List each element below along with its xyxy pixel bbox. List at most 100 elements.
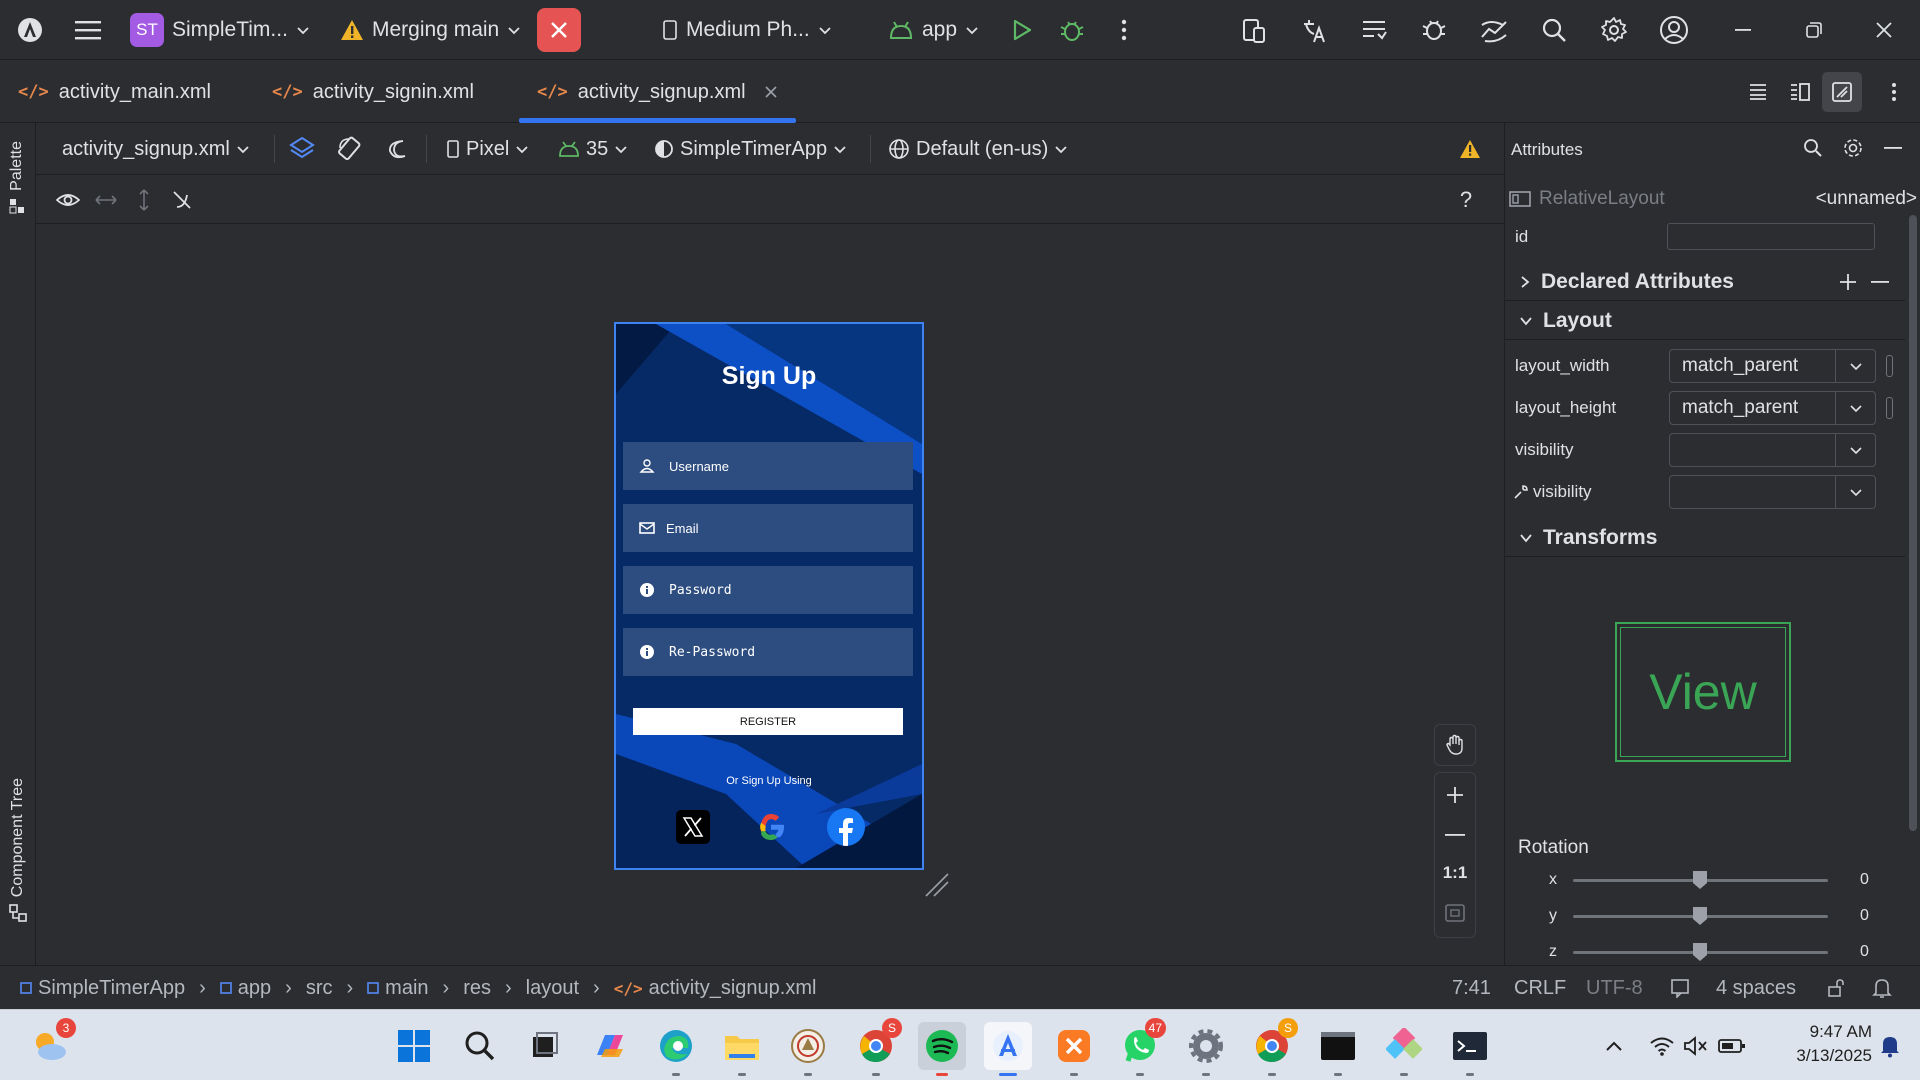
university-app-icon[interactable] xyxy=(784,1022,832,1076)
breadcrumb-item[interactable]: src xyxy=(306,977,333,1000)
tab-activity-main[interactable]: </> activity_main.xml xyxy=(18,61,211,123)
run-config-selector[interactable]: app xyxy=(888,0,979,60)
run-icon[interactable] xyxy=(1002,10,1042,50)
component-tree-tool-button[interactable]: Component Tree xyxy=(8,778,28,923)
zoom-one-to-one-button[interactable]: 1:1 xyxy=(1434,852,1476,894)
breadcrumb-item[interactable]: res xyxy=(463,977,491,1000)
google-icon[interactable] xyxy=(754,810,788,844)
api-level-selector[interactable]: 35 xyxy=(558,123,628,175)
settings-gear-icon[interactable] xyxy=(1833,128,1873,168)
locale-selector[interactable]: Default (en-us) xyxy=(888,123,1068,175)
help-icon[interactable]: ? xyxy=(1446,180,1486,220)
profiler-icon[interactable] xyxy=(1474,10,1514,50)
tools-visibility-combo[interactable] xyxy=(1669,475,1876,509)
terminal-icon[interactable] xyxy=(1314,1022,1362,1076)
zoom-in-icon[interactable] xyxy=(1434,774,1476,816)
line-separator[interactable]: CRLF xyxy=(1514,966,1566,1010)
breadcrumb-item[interactable]: app xyxy=(238,977,271,1000)
slider-thumb-icon[interactable] xyxy=(1691,941,1709,963)
chrome-browser-icon[interactable]: S xyxy=(1248,1018,1298,1076)
warning-icon[interactable] xyxy=(1450,129,1490,169)
layout-file-selector[interactable]: activity_signup.xml xyxy=(62,123,250,175)
xampp-icon[interactable] xyxy=(1050,1022,1098,1076)
main-menu-icon[interactable] xyxy=(68,10,108,50)
orientation-icon[interactable] xyxy=(330,129,370,169)
design-view-icon[interactable] xyxy=(1822,72,1862,112)
id-input[interactable] xyxy=(1667,223,1875,250)
slider-thumb-icon[interactable] xyxy=(1691,869,1709,891)
palette-tool-button[interactable]: Palette xyxy=(8,141,26,215)
hide-panel-icon[interactable] xyxy=(1873,128,1913,168)
facebook-icon[interactable] xyxy=(827,808,865,846)
whatsapp-icon[interactable]: 47 xyxy=(1116,1018,1166,1076)
app-inspection-icon[interactable] xyxy=(1414,10,1454,50)
notifications-bell-icon[interactable] xyxy=(1866,1022,1914,1070)
transforms-section[interactable]: Transforms xyxy=(1505,519,1905,557)
tab-activity-signin[interactable]: </> activity_signin.xml xyxy=(272,61,474,123)
attributes-scrollbar[interactable] xyxy=(1909,215,1917,831)
register-button[interactable]: REGISTER xyxy=(633,708,903,735)
zoom-to-fit-icon[interactable] xyxy=(1434,892,1476,934)
design-surface-icon[interactable] xyxy=(282,129,322,169)
resize-handle-icon[interactable] xyxy=(922,870,950,898)
file-encoding[interactable]: UTF-8 xyxy=(1586,966,1643,1010)
settings-gear-icon[interactable] xyxy=(1594,10,1634,50)
view-options-eye-icon[interactable] xyxy=(48,180,88,220)
layout-width-combo[interactable]: match_parent xyxy=(1669,349,1876,383)
android-studio-icon[interactable] xyxy=(984,1022,1032,1076)
search-icon[interactable] xyxy=(1534,10,1574,50)
vcs-branch-selector[interactable]: Merging main xyxy=(340,0,521,60)
more-vertical-icon[interactable] xyxy=(1104,10,1144,50)
spotify-icon[interactable] xyxy=(918,1022,966,1076)
breadcrumb-item[interactable]: activity_signup.xml xyxy=(649,977,817,1000)
clock[interactable]: 9:47 AM 3/13/2025 xyxy=(1762,1020,1872,1068)
code-view-icon[interactable] xyxy=(1738,72,1778,112)
password-field[interactable]: Password xyxy=(623,566,913,614)
pan-hand-icon[interactable] xyxy=(1434,724,1476,766)
breadcrumb-item[interactable]: SimpleTimerApp xyxy=(38,977,185,1000)
settings-gear-icon[interactable] xyxy=(1182,1022,1230,1076)
abort-merge-button[interactable] xyxy=(537,0,581,60)
email-field[interactable]: Email xyxy=(623,504,913,552)
breadcrumb-item[interactable]: main xyxy=(385,977,428,1000)
layout-height-combo[interactable]: match_parent xyxy=(1669,391,1876,425)
tab-activity-signup[interactable]: </> activity_signup.xml xyxy=(519,61,796,123)
x-twitter-icon[interactable] xyxy=(676,810,710,844)
battery-icon[interactable] xyxy=(1708,1022,1756,1070)
slider-thumb-icon[interactable] xyxy=(1691,905,1709,927)
chevron-down-icon[interactable] xyxy=(1835,476,1875,508)
visibility-combo[interactable] xyxy=(1669,433,1876,467)
search-icon[interactable] xyxy=(456,1022,504,1070)
chevron-down-icon[interactable] xyxy=(1835,350,1875,382)
chevron-up-icon[interactable] xyxy=(1590,1022,1638,1070)
split-view-icon[interactable] xyxy=(1780,72,1820,112)
file-explorer-icon[interactable] xyxy=(718,1022,766,1076)
edge-browser-icon[interactable] xyxy=(652,1022,700,1076)
device-manager-icon[interactable] xyxy=(1234,10,1274,50)
read-only-lock-icon[interactable] xyxy=(1826,966,1846,1010)
theme-selector[interactable]: SimpleTimerApp xyxy=(654,123,847,175)
close-tab-icon[interactable] xyxy=(764,85,778,99)
repassword-field[interactable]: Re-Password xyxy=(623,628,913,676)
attribute-reference-icon[interactable] xyxy=(1886,397,1893,419)
remove-attribute-icon[interactable] xyxy=(1860,262,1900,302)
chevron-down-icon[interactable] xyxy=(1835,434,1875,466)
cursor-position[interactable]: 7:41 xyxy=(1452,966,1491,1010)
command-prompt-icon[interactable] xyxy=(1446,1022,1494,1076)
search-icon[interactable] xyxy=(1793,128,1833,168)
indent-setting[interactable]: 4 spaces xyxy=(1716,966,1796,1010)
horizontal-constraint-icon[interactable] xyxy=(86,180,126,220)
close-window-icon[interactable] xyxy=(1864,10,1904,50)
device-selector[interactable]: Medium Ph... xyxy=(662,0,832,60)
debug-icon[interactable] xyxy=(1052,10,1092,50)
git-client-icon[interactable] xyxy=(1380,1022,1428,1076)
no-constraints-icon[interactable] xyxy=(162,180,202,220)
more-vertical-icon[interactable] xyxy=(1874,72,1914,112)
vertical-constraint-icon[interactable] xyxy=(124,180,164,220)
chrome-browser-icon[interactable]: S xyxy=(852,1018,902,1076)
account-icon[interactable] xyxy=(1654,10,1694,50)
attribute-reference-icon[interactable] xyxy=(1886,355,1893,377)
android-studio-logo-icon[interactable] xyxy=(10,10,50,50)
restore-window-icon[interactable] xyxy=(1794,10,1834,50)
task-view-icon[interactable] xyxy=(520,1022,568,1070)
